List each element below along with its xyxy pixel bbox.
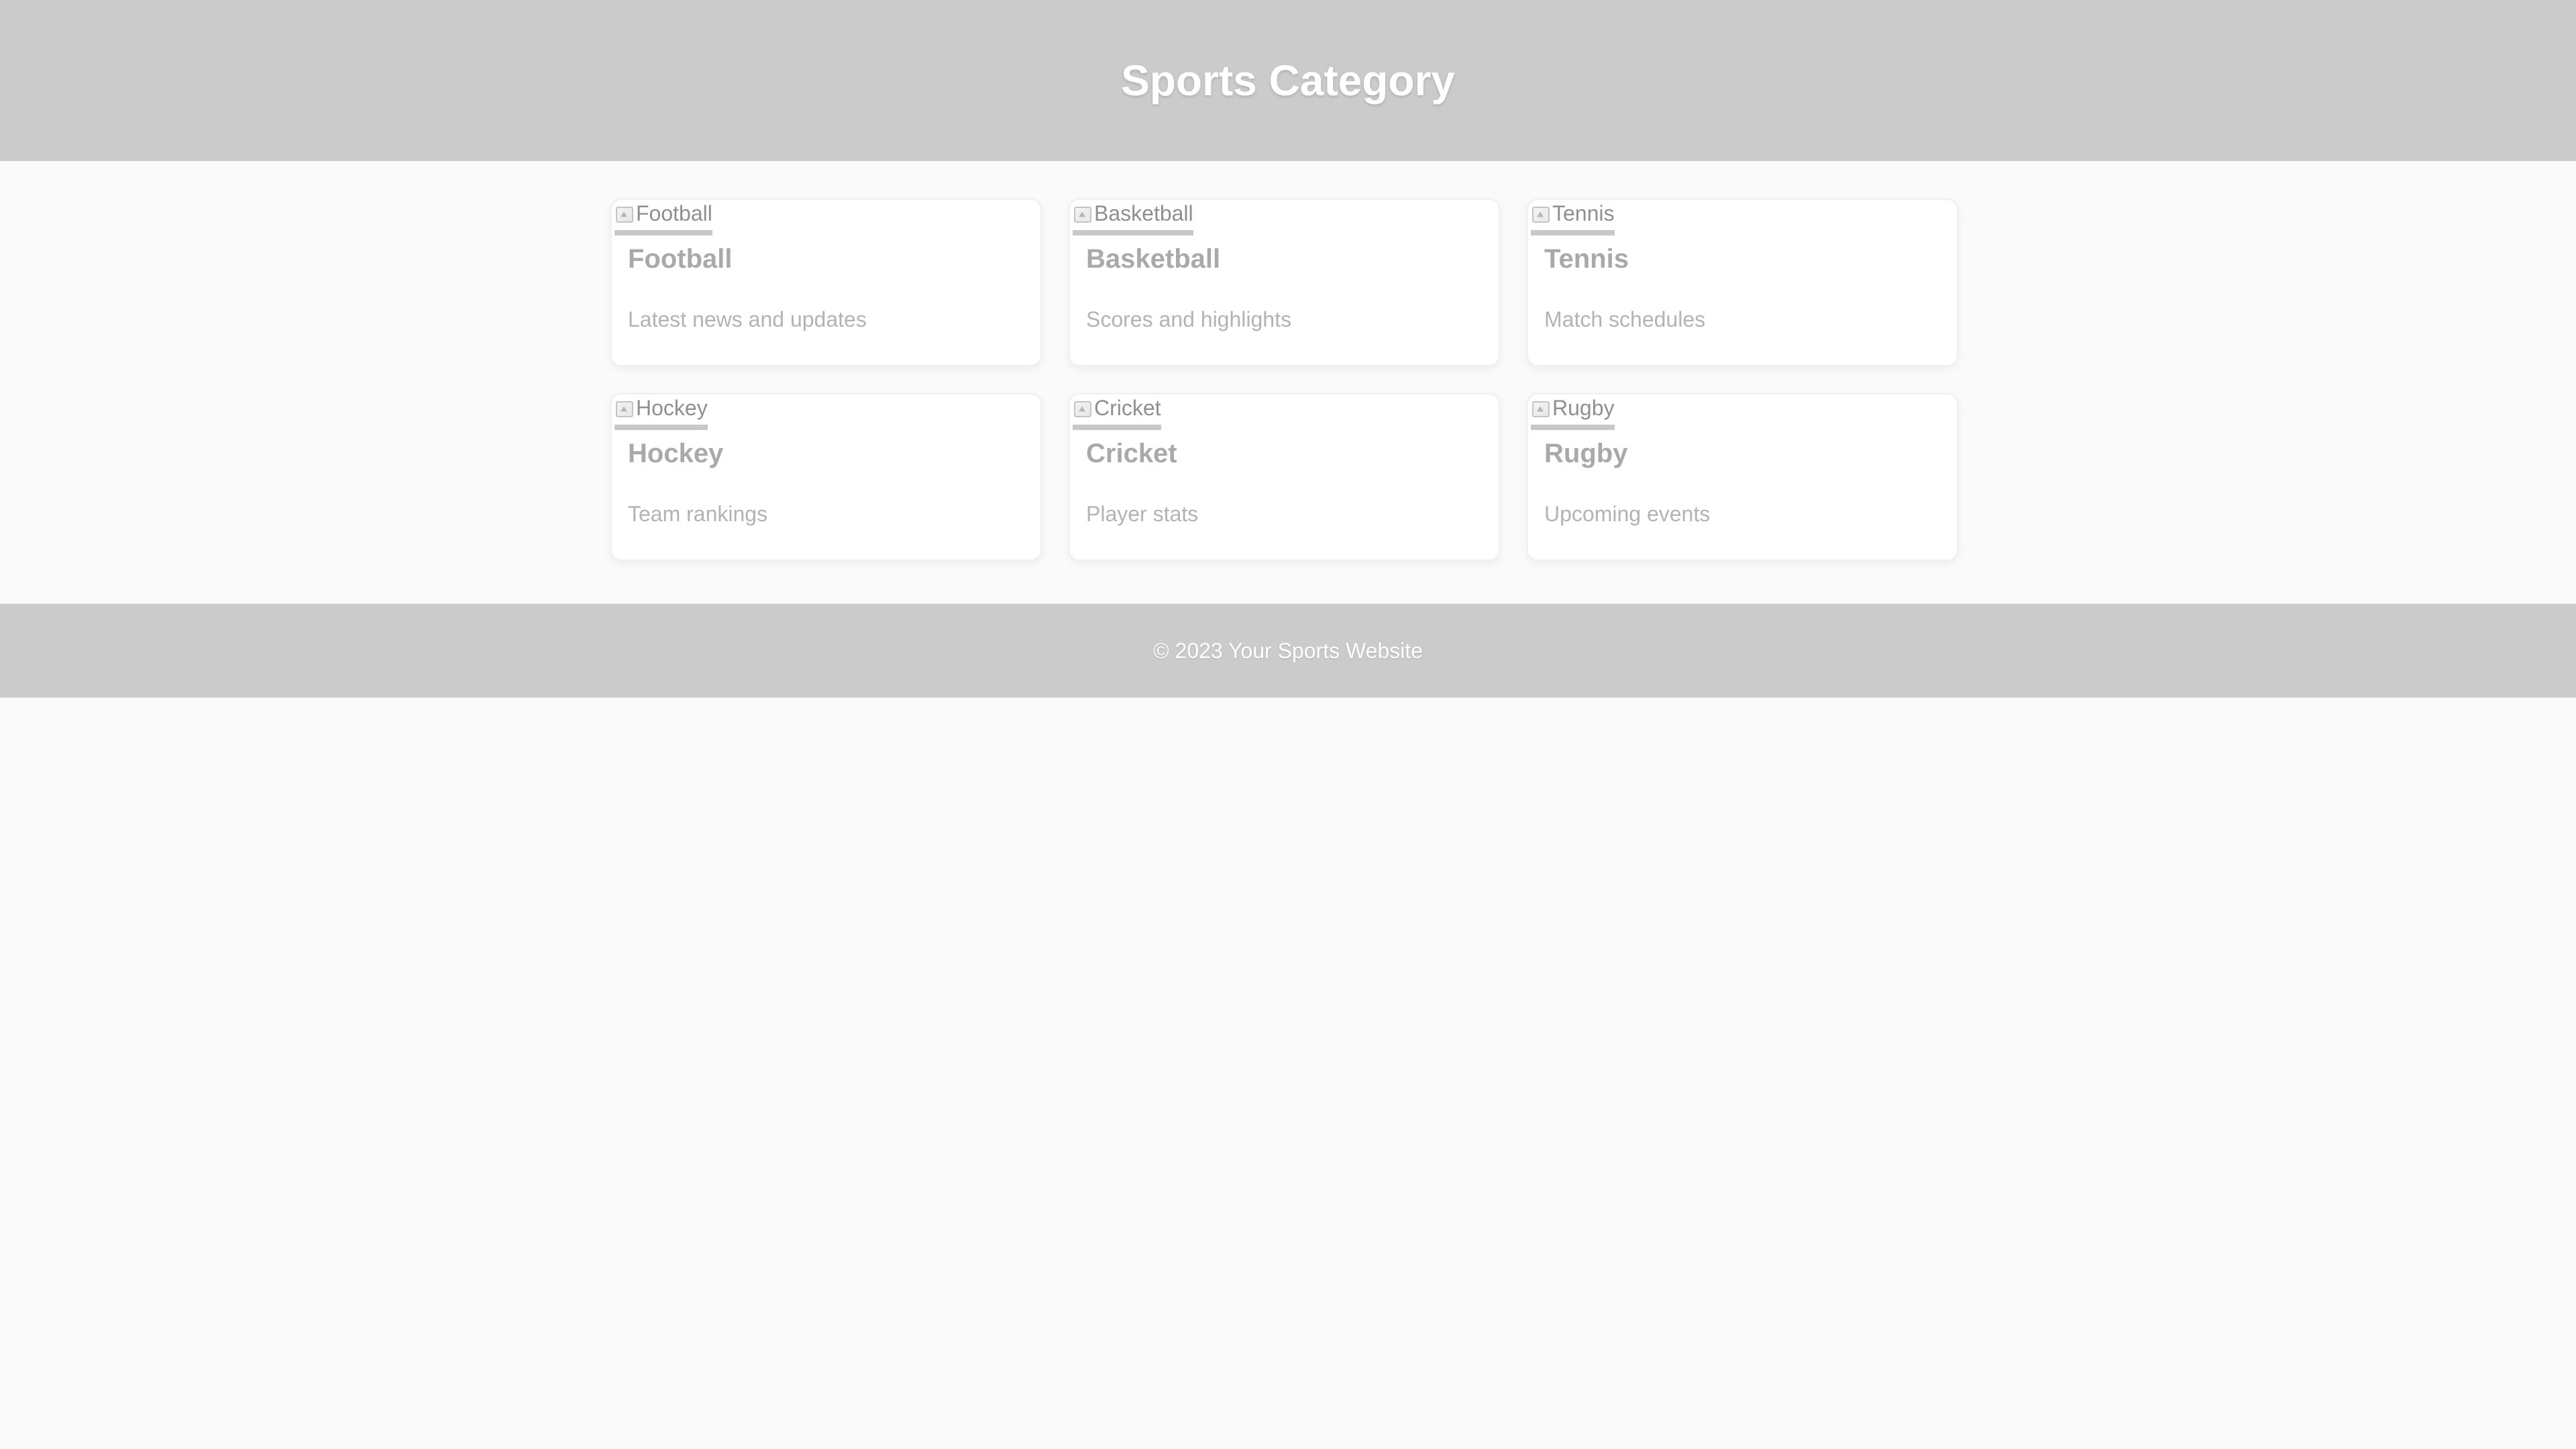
broken-image-icon xyxy=(1073,398,1093,419)
broken-image-icon xyxy=(1531,204,1551,224)
sport-card-description: Latest news and updates xyxy=(628,307,867,331)
sport-card-rugby[interactable]: Rugby Rugby Upcoming events xyxy=(1527,393,1958,561)
sport-image-alt: Hockey xyxy=(636,396,708,420)
sport-image-alt: Tennis xyxy=(1552,201,1615,225)
sport-card-title: Hockey xyxy=(628,439,724,468)
sport-card-football[interactable]: Football Football Latest news and update… xyxy=(610,199,1042,366)
page-title: Sports Category xyxy=(1121,56,1455,105)
sport-image: Basketball xyxy=(1073,201,1193,235)
sport-card-description: Player stats xyxy=(1086,502,1199,526)
broken-image-icon xyxy=(1531,398,1551,419)
sport-card-title: Football xyxy=(628,244,733,274)
sport-card-cricket[interactable]: Cricket Cricket Player stats xyxy=(1069,393,1500,561)
broken-image-icon xyxy=(614,204,635,224)
sport-image: Cricket xyxy=(1073,396,1161,430)
sport-image: Hockey xyxy=(614,396,708,430)
sport-card-description: Match schedules xyxy=(1544,307,1706,331)
page-footer: © 2023 Your Sports Website xyxy=(0,604,2576,698)
sport-image: Rugby xyxy=(1531,396,1615,430)
sport-card-tennis[interactable]: Tennis Tennis Match schedules xyxy=(1527,199,1958,366)
sports-category-grid: Football Football Latest news and update… xyxy=(610,199,1963,561)
sport-image: Football xyxy=(614,201,712,235)
page-header: Sports Category xyxy=(0,0,2576,161)
sport-card-title: Cricket xyxy=(1086,439,1177,468)
sport-image-alt: Basketball xyxy=(1094,201,1193,225)
sport-card-title: Basketball xyxy=(1086,244,1221,274)
sport-card-title: Tennis xyxy=(1544,244,1629,274)
sport-card-description: Upcoming events xyxy=(1544,502,1711,526)
sport-image-alt: Cricket xyxy=(1094,396,1161,420)
broken-image-icon xyxy=(1073,204,1093,224)
sport-card-hockey[interactable]: Hockey Hockey Team rankings xyxy=(610,393,1042,561)
sport-card-basketball[interactable]: Basketball Basketball Scores and highlig… xyxy=(1069,199,1500,366)
sport-card-description: Scores and highlights xyxy=(1086,307,1291,331)
sport-image: Tennis xyxy=(1531,201,1615,235)
sport-image-alt: Football xyxy=(636,201,712,225)
sport-card-title: Rugby xyxy=(1544,439,1628,468)
sport-card-description: Team rankings xyxy=(628,502,768,526)
broken-image-icon xyxy=(614,398,635,419)
footer-copyright: © 2023 Your Sports Website xyxy=(1153,638,1423,663)
sport-image-alt: Rugby xyxy=(1552,396,1615,420)
